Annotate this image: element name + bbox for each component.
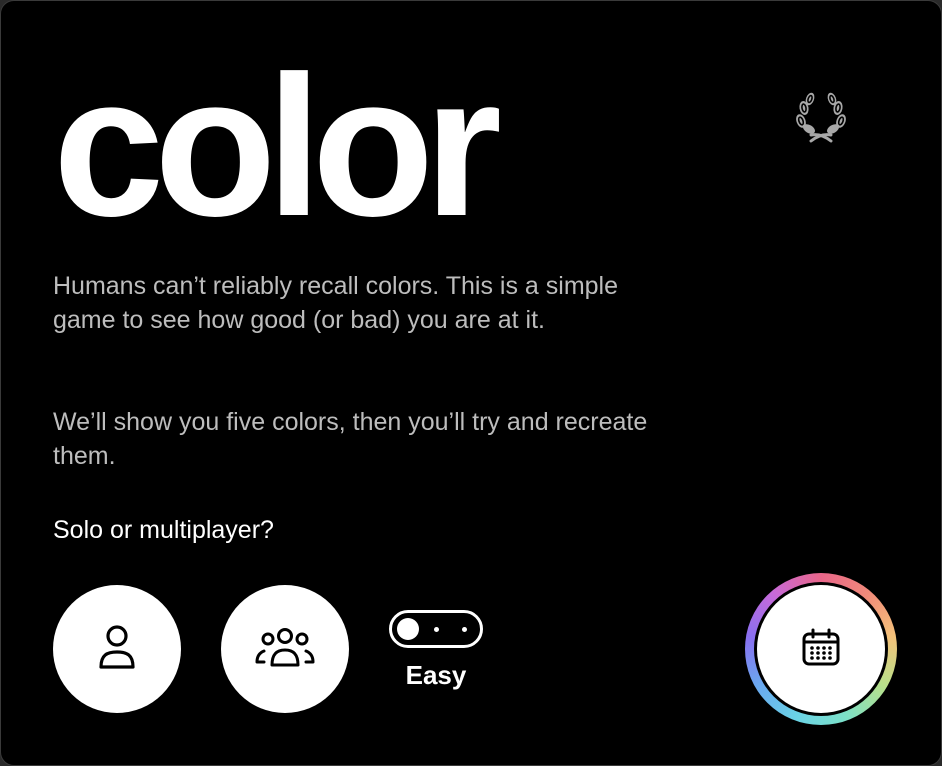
- multiplayer-button[interactable]: [221, 585, 349, 713]
- solo-button[interactable]: [53, 585, 181, 713]
- toggle-step-dot: [434, 627, 439, 632]
- intro-paragraph-2: We’ll show you five colors, then you’ll …: [53, 408, 648, 470]
- toggle-step-dot: [462, 627, 467, 632]
- daily-ring-gap: [754, 582, 888, 716]
- person-icon: [97, 624, 137, 675]
- intro-paragraph-1: Humans can’t reliably recall colors. Thi…: [53, 272, 619, 334]
- difficulty-label: Easy: [405, 660, 467, 690]
- game-card: color Humans can’t reliably recall color…: [0, 0, 942, 766]
- laurel-wreath-icon[interactable]: [791, 91, 851, 145]
- daily-button-face: [757, 585, 885, 713]
- group-icon: [255, 627, 315, 672]
- difficulty-toggle[interactable]: [389, 610, 483, 648]
- daily-challenge-button[interactable]: [745, 573, 897, 725]
- calendar-icon: [801, 627, 841, 672]
- game-title: color: [53, 35, 502, 258]
- mode-prompt: Solo or multiplayer?: [53, 516, 274, 544]
- toggle-knob[interactable]: [397, 618, 419, 640]
